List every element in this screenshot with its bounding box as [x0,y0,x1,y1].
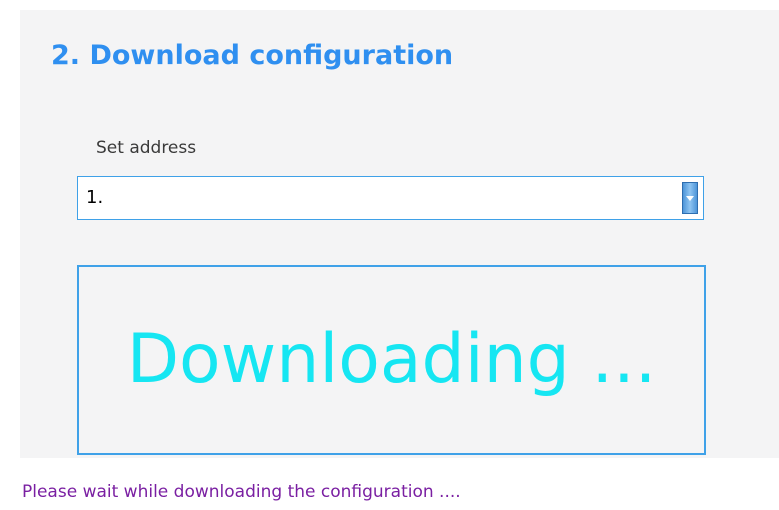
downloading-message: Downloading ... [126,320,657,399]
set-address-label: Set address [96,138,197,158]
download-progress-box: Downloading ... [77,265,706,455]
chevron-down-icon [686,196,694,201]
address-select-value: 1. [86,187,104,208]
address-select[interactable]: 1. [77,176,704,220]
dropdown-arrow-button[interactable] [682,182,698,214]
section-title: 2. Download configuration [51,40,454,71]
status-message: Please wait while downloading the config… [22,482,461,502]
